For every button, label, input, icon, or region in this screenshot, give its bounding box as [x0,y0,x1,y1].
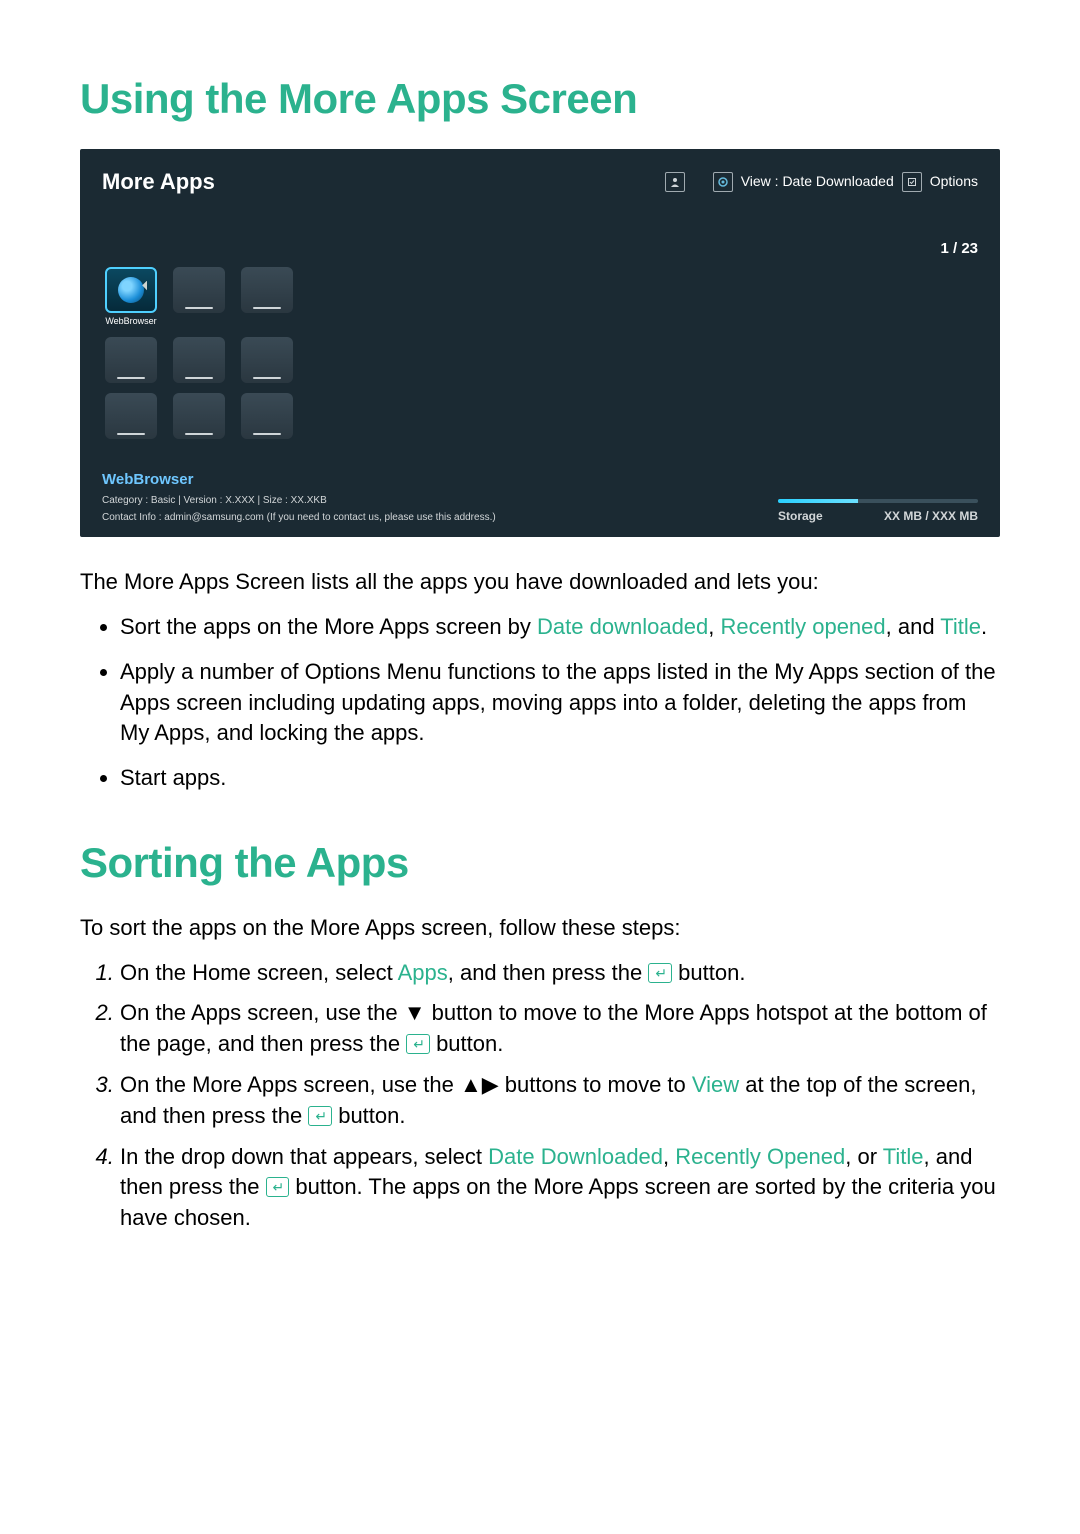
text: , [663,1144,675,1169]
highlight-recently-opened: Recently Opened [675,1144,845,1169]
app-grid: WebBrowser [102,267,978,440]
app-tile-placeholder [170,267,228,328]
storage-bar [778,499,978,503]
heading-using-more-apps: Using the More Apps Screen [80,70,1000,129]
text: , or [845,1144,883,1169]
text: . [981,614,987,639]
text: Sort the apps on the More Apps screen by [120,614,537,639]
enter-button-icon: ↵ [266,1177,290,1197]
list-item: Apply a number of Options Menu functions… [120,657,1000,749]
more-apps-screenshot: More Apps View : Date Downloaded Options… [80,149,1000,537]
globe-icon [118,277,144,303]
options-label: Options [930,172,978,192]
text: , [708,614,720,639]
screenshot-header-right: View : Date Downloaded Options [665,172,978,192]
highlight-title: Title [940,614,981,639]
enter-button-icon: ↵ [648,963,672,983]
app-tile-placeholder [238,267,296,328]
app-info: WebBrowser Category : Basic | Version : … [102,469,496,525]
text: button. [430,1031,503,1056]
intro-paragraph: The More Apps Screen lists all the apps … [80,567,1000,598]
text: On the Apps screen, use the ▼ button to … [120,1000,987,1056]
view-icon [713,172,733,192]
highlight-date-downloaded: Date downloaded [537,614,708,639]
app-tile-placeholder [102,337,160,383]
text: , and [886,614,941,639]
storage-info: Storage XX MB / XXX MB [778,499,978,525]
storage-value: XX MB / XXX MB [884,508,978,525]
view-label: View : Date Downloaded [741,172,894,192]
app-tile-placeholder [238,393,296,439]
highlight-title: Title [883,1144,924,1169]
info-contact: Contact Info : admin@samsung.com (If you… [102,512,496,523]
info-meta: Category : Basic | Version : X.XXX | Siz… [102,494,496,508]
app-tile-placeholder [170,337,228,383]
enter-button-icon: ↵ [406,1034,430,1054]
steps-list: On the Home screen, select Apps, and the… [80,958,1000,1234]
highlight-apps: Apps [398,960,448,985]
storage-label: Storage [778,508,823,525]
text: button. [672,960,745,985]
highlight-recently-opened: Recently opened [721,614,886,639]
highlight-view: View [692,1072,739,1097]
sort-intro: To sort the apps on the More Apps screen… [80,913,1000,944]
app-label: WebBrowser [105,315,156,328]
app-tile-webbrowser: WebBrowser [102,267,160,328]
user-icon [665,172,685,192]
page-count: 1 / 23 [102,238,978,259]
text: , and then press the [448,960,649,985]
highlight-date-downloaded: Date Downloaded [488,1144,663,1169]
heading-sorting-apps: Sorting the Apps [80,834,1000,893]
app-tile-placeholder [102,393,160,439]
text: On the More Apps screen, use the ▲▶ butt… [120,1072,692,1097]
app-tile-placeholder [238,337,296,383]
step-item: On the Apps screen, use the ▼ button to … [120,998,1000,1060]
screenshot-header: More Apps View : Date Downloaded Options [102,167,978,198]
step-item: On the Home screen, select Apps, and the… [120,958,1000,989]
text: button. [332,1103,405,1128]
list-item: Sort the apps on the More Apps screen by… [120,612,1000,643]
list-item: Start apps. [120,763,1000,794]
enter-button-icon: ↵ [308,1106,332,1126]
feature-list: Sort the apps on the More Apps screen by… [80,612,1000,794]
step-item: On the More Apps screen, use the ▲▶ butt… [120,1070,1000,1132]
step-item: In the drop down that appears, select Da… [120,1142,1000,1234]
options-icon [902,172,922,192]
screenshot-info-row: WebBrowser Category : Basic | Version : … [102,469,978,525]
info-app-name: WebBrowser [102,469,496,490]
app-tile-placeholder [170,393,228,439]
text: In the drop down that appears, select [120,1144,488,1169]
text: On the Home screen, select [120,960,398,985]
screenshot-title: More Apps [102,167,215,198]
